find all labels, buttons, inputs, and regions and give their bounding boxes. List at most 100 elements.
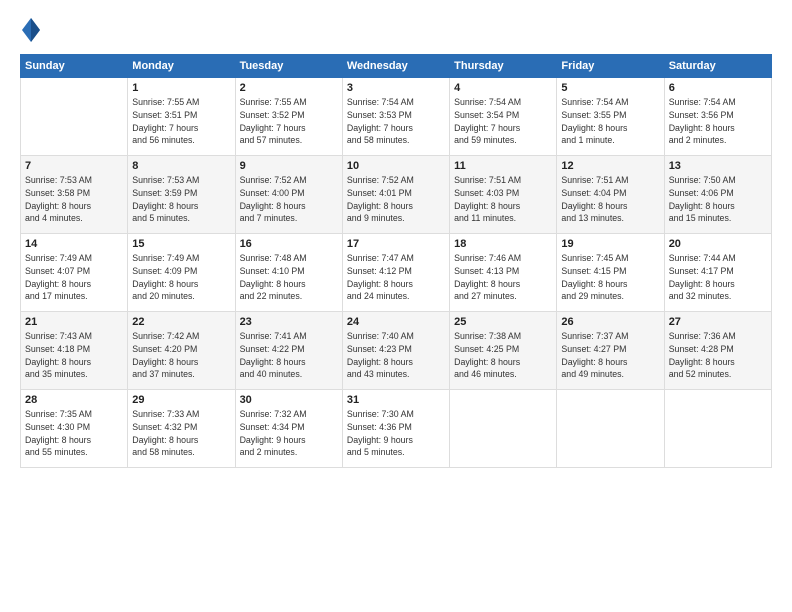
day-number: 13 — [669, 160, 767, 172]
header — [20, 16, 772, 44]
calendar-cell: 20Sunrise: 7:44 AMSunset: 4:17 PMDayligh… — [664, 234, 771, 312]
weekday-tuesday: Tuesday — [235, 55, 342, 78]
day-info: Sunrise: 7:40 AMSunset: 4:23 PMDaylight:… — [347, 330, 445, 381]
logo-icon — [20, 16, 42, 44]
day-number: 28 — [25, 394, 123, 406]
calendar-cell: 2 Sunrise: 7:55 AMSunset: 3:52 PMDaylight… — [235, 78, 342, 156]
calendar-cell: 14 Sunrise: 7:49 AMSunset: 4:07 PMDayligh… — [21, 234, 128, 312]
calendar-cell: 3Sunrise: 7:54 AMSunset: 3:53 PMDaylight… — [342, 78, 449, 156]
day-number: 20 — [669, 238, 767, 250]
day-number: 30 — [240, 394, 338, 406]
week-row-2: 7 Sunrise: 7:53 AMSunset: 3:58 PMDaylight… — [21, 156, 772, 234]
calendar-cell: 9 Sunrise: 7:52 AMSunset: 4:00 PMDaylight… — [235, 156, 342, 234]
calendar-cell: 23 Sunrise: 7:41 AMSunset: 4:22 PMDayligh… — [235, 312, 342, 390]
day-number: 23 — [240, 316, 338, 328]
calendar-table: SundayMondayTuesdayWednesdayThursdayFrid… — [20, 54, 772, 468]
calendar-cell: 29 Sunrise: 7:33 AMSunset: 4:32 PMDayligh… — [128, 390, 235, 468]
calendar-cell: 8 Sunrise: 7:53 AMSunset: 3:59 PMDaylight… — [128, 156, 235, 234]
day-info: Sunrise: 7:47 AMSunset: 4:12 PMDaylight:… — [347, 252, 445, 303]
day-number: 26 — [561, 316, 659, 328]
calendar-cell: 25Sunrise: 7:38 AMSunset: 4:25 PMDayligh… — [450, 312, 557, 390]
day-number: 24 — [347, 316, 445, 328]
weekday-wednesday: Wednesday — [342, 55, 449, 78]
day-info: Sunrise: 7:43 AMSunset: 4:18 PMDaylight:… — [25, 330, 123, 381]
calendar-cell — [557, 390, 664, 468]
day-info: Sunrise: 7:53 AMSunset: 3:58 PMDaylight:… — [25, 174, 123, 225]
weekday-header-row: SundayMondayTuesdayWednesdayThursdayFrid… — [21, 55, 772, 78]
calendar-cell: 15Sunrise: 7:49 AMSunset: 4:09 PMDayligh… — [128, 234, 235, 312]
page: SundayMondayTuesdayWednesdayThursdayFrid… — [0, 0, 792, 612]
day-number: 10 — [347, 160, 445, 172]
calendar-cell: 18 Sunrise: 7:46 AMSunset: 4:13 PMDayligh… — [450, 234, 557, 312]
calendar-cell: 21 Sunrise: 7:43 AMSunset: 4:18 PMDayligh… — [21, 312, 128, 390]
calendar-cell: 31 Sunrise: 7:30 AMSunset: 4:36 PMDayligh… — [342, 390, 449, 468]
day-info: Sunrise: 7:45 AMSunset: 4:15 PMDaylight:… — [561, 252, 659, 303]
day-info: Sunrise: 7:35 AMSunset: 4:30 PMDaylight:… — [25, 408, 123, 459]
day-number: 11 — [454, 160, 552, 172]
day-number: 1 — [132, 82, 230, 94]
day-number: 2 — [240, 82, 338, 94]
calendar-cell: 1 Sunrise: 7:55 AMSunset: 3:51 PMDaylight… — [128, 78, 235, 156]
calendar-cell: 24 Sunrise: 7:40 AMSunset: 4:23 PMDayligh… — [342, 312, 449, 390]
day-info: Sunrise: 7:41 AMSunset: 4:22 PMDaylight:… — [240, 330, 338, 381]
day-number: 16 — [240, 238, 338, 250]
day-number: 5 — [561, 82, 659, 94]
day-info: Sunrise: 7:50 AMSunset: 4:06 PMDaylight:… — [669, 174, 767, 225]
calendar-cell: 19Sunrise: 7:45 AMSunset: 4:15 PMDayligh… — [557, 234, 664, 312]
day-info: Sunrise: 7:55 AMSunset: 3:52 PMDaylight:… — [240, 96, 338, 147]
day-info: Sunrise: 7:52 AMSunset: 4:00 PMDaylight:… — [240, 174, 338, 225]
calendar-cell: 30Sunrise: 7:32 AMSunset: 4:34 PMDayligh… — [235, 390, 342, 468]
calendar-cell: 16 Sunrise: 7:48 AMSunset: 4:10 PMDayligh… — [235, 234, 342, 312]
day-info: Sunrise: 7:37 AMSunset: 4:27 PMDaylight:… — [561, 330, 659, 381]
calendar-cell: 28 Sunrise: 7:35 AMSunset: 4:30 PMDayligh… — [21, 390, 128, 468]
week-row-1: 1 Sunrise: 7:55 AMSunset: 3:51 PMDaylight… — [21, 78, 772, 156]
day-info: Sunrise: 7:36 AMSunset: 4:28 PMDaylight:… — [669, 330, 767, 381]
calendar-cell: 4 Sunrise: 7:54 AMSunset: 3:54 PMDaylight… — [450, 78, 557, 156]
week-row-5: 28 Sunrise: 7:35 AMSunset: 4:30 PMDayligh… — [21, 390, 772, 468]
calendar-cell — [664, 390, 771, 468]
day-info: Sunrise: 7:38 AMSunset: 4:25 PMDaylight:… — [454, 330, 552, 381]
day-info: Sunrise: 7:30 AMSunset: 4:36 PMDaylight:… — [347, 408, 445, 459]
day-number: 4 — [454, 82, 552, 94]
day-number: 18 — [454, 238, 552, 250]
day-info: Sunrise: 7:49 AMSunset: 4:07 PMDaylight:… — [25, 252, 123, 303]
day-number: 14 — [25, 238, 123, 250]
calendar-cell: 26 Sunrise: 7:37 AMSunset: 4:27 PMDayligh… — [557, 312, 664, 390]
calendar-cell — [450, 390, 557, 468]
day-info: Sunrise: 7:52 AMSunset: 4:01 PMDaylight:… — [347, 174, 445, 225]
week-row-4: 21 Sunrise: 7:43 AMSunset: 4:18 PMDayligh… — [21, 312, 772, 390]
day-info: Sunrise: 7:51 AMSunset: 4:03 PMDaylight:… — [454, 174, 552, 225]
day-number: 15 — [132, 238, 230, 250]
day-number: 6 — [669, 82, 767, 94]
day-info: Sunrise: 7:54 AMSunset: 3:53 PMDaylight:… — [347, 96, 445, 147]
day-info: Sunrise: 7:54 AMSunset: 3:54 PMDaylight:… — [454, 96, 552, 147]
logo — [20, 16, 48, 44]
calendar-cell: 10 Sunrise: 7:52 AMSunset: 4:01 PMDayligh… — [342, 156, 449, 234]
weekday-monday: Monday — [128, 55, 235, 78]
calendar-cell: 27 Sunrise: 7:36 AMSunset: 4:28 PMDayligh… — [664, 312, 771, 390]
day-number: 17 — [347, 238, 445, 250]
day-number: 27 — [669, 316, 767, 328]
day-number: 7 — [25, 160, 123, 172]
calendar-cell: 5Sunrise: 7:54 AMSunset: 3:55 PMDaylight… — [557, 78, 664, 156]
day-number: 9 — [240, 160, 338, 172]
weekday-friday: Friday — [557, 55, 664, 78]
calendar-cell — [21, 78, 128, 156]
day-number: 8 — [132, 160, 230, 172]
calendar-cell: 6Sunrise: 7:54 AMSunset: 3:56 PMDaylight… — [664, 78, 771, 156]
day-number: 12 — [561, 160, 659, 172]
day-info: Sunrise: 7:55 AMSunset: 3:51 PMDaylight:… — [132, 96, 230, 147]
calendar-cell: 11 Sunrise: 7:51 AMSunset: 4:03 PMDayligh… — [450, 156, 557, 234]
day-number: 29 — [132, 394, 230, 406]
calendar-cell: 17 Sunrise: 7:47 AMSunset: 4:12 PMDayligh… — [342, 234, 449, 312]
weekday-thursday: Thursday — [450, 55, 557, 78]
day-info: Sunrise: 7:33 AMSunset: 4:32 PMDaylight:… — [132, 408, 230, 459]
day-info: Sunrise: 7:48 AMSunset: 4:10 PMDaylight:… — [240, 252, 338, 303]
day-info: Sunrise: 7:46 AMSunset: 4:13 PMDaylight:… — [454, 252, 552, 303]
day-number: 31 — [347, 394, 445, 406]
calendar-cell: 12Sunrise: 7:51 AMSunset: 4:04 PMDayligh… — [557, 156, 664, 234]
day-info: Sunrise: 7:53 AMSunset: 3:59 PMDaylight:… — [132, 174, 230, 225]
day-number: 21 — [25, 316, 123, 328]
weekday-sunday: Sunday — [21, 55, 128, 78]
weekday-saturday: Saturday — [664, 55, 771, 78]
